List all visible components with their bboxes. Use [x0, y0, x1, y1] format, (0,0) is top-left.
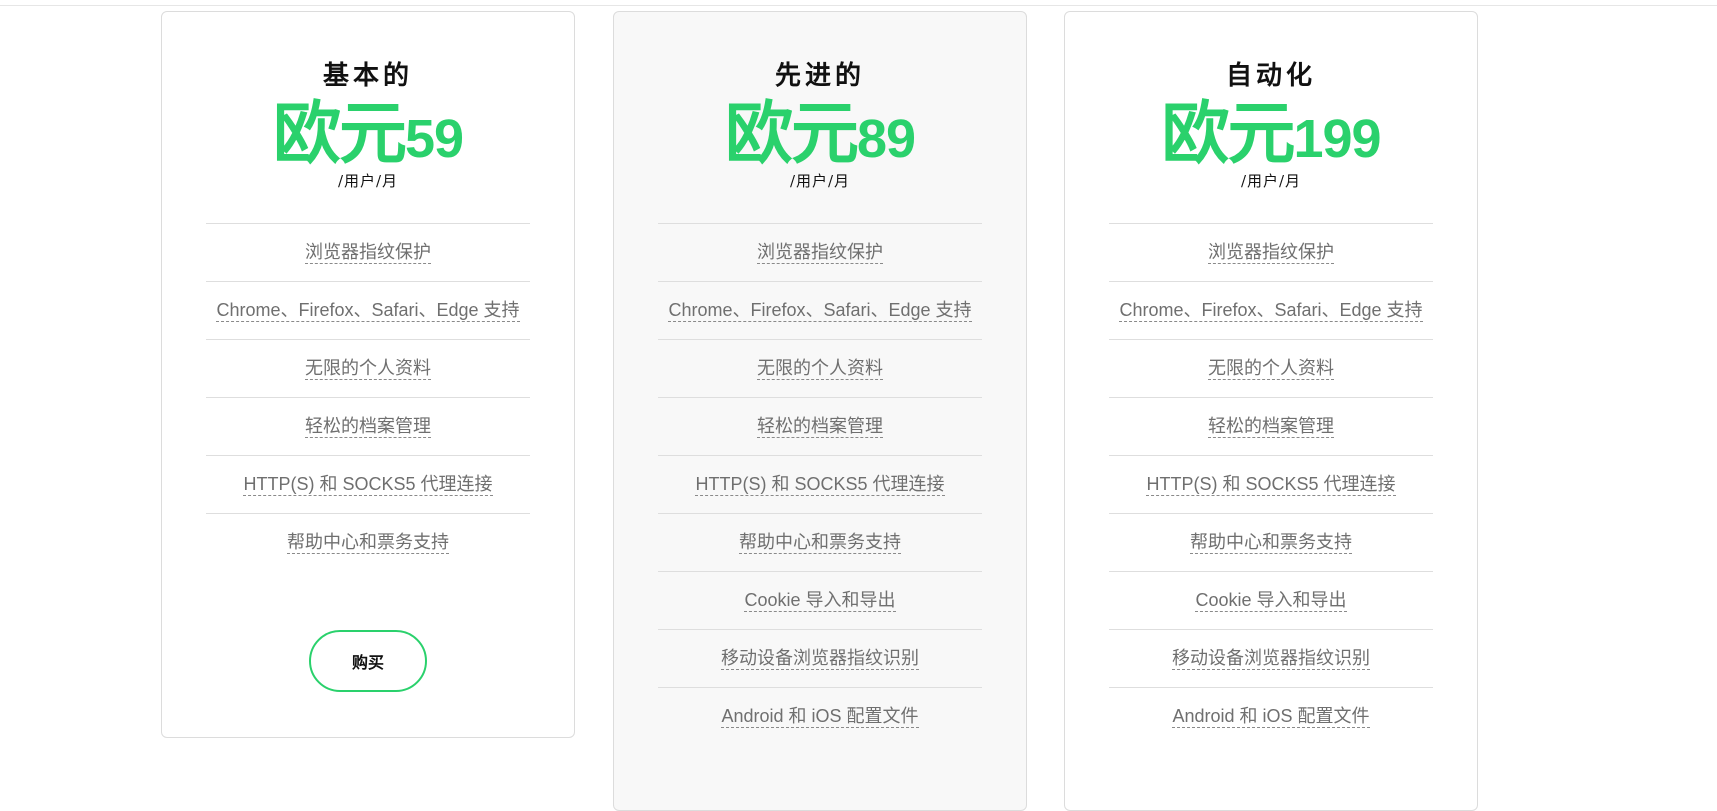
feature-item: HTTP(S) 和 SOCKS5 代理连接 [658, 456, 982, 514]
feature-item: 无限的个人资料 [1109, 340, 1433, 398]
feature-item: Cookie 导入和导出 [658, 572, 982, 630]
feature-list: 浏览器指纹保护 Chrome、Firefox、Safari、Edge 支持 无限… [206, 223, 530, 572]
price-amount: 59 [404, 109, 464, 169]
feature-tooltip-trigger[interactable]: Android 和 iOS 配置文件 [1172, 706, 1370, 728]
plan-card-basic: 基本的 欧元59 /用户/月 浏览器指纹保护 Chrome、Firefox、Sa… [161, 11, 575, 738]
feature-item: 浏览器指纹保护 [206, 224, 530, 282]
price-currency: 欧元 [272, 96, 407, 172]
feature-tooltip-trigger[interactable]: 无限的个人资料 [1208, 358, 1334, 380]
feature-item: Cookie 导入和导出 [1109, 572, 1433, 630]
price-currency: 欧元 [724, 96, 859, 172]
feature-tooltip-trigger[interactable]: 移动设备浏览器指纹识别 [721, 648, 919, 670]
feature-tooltip-trigger[interactable]: Cookie 导入和导出 [1195, 590, 1347, 612]
feature-item: HTTP(S) 和 SOCKS5 代理连接 [1109, 456, 1433, 514]
plan-period: /用户/月 [337, 172, 399, 190]
price-amount: 199 [1293, 109, 1381, 169]
plan-card-advanced: 先进的 欧元89 /用户/月 浏览器指纹保护 Chrome、Firefox、Sa… [613, 11, 1027, 811]
plan-name: 基本的 [322, 61, 413, 91]
feature-item: 轻松的档案管理 [658, 398, 982, 456]
feature-item: 帮助中心和票务支持 [1109, 514, 1433, 572]
feature-tooltip-trigger[interactable]: 轻松的档案管理 [1208, 416, 1334, 438]
feature-item: 移动设备浏览器指纹识别 [1109, 630, 1433, 688]
plan-price: 欧元199 [1065, 95, 1477, 173]
feature-tooltip-trigger[interactable]: HTTP(S) 和 SOCKS5 代理连接 [1146, 474, 1396, 496]
feature-item: Android 和 iOS 配置文件 [1109, 688, 1433, 746]
feature-list: 浏览器指纹保护 Chrome、Firefox、Safari、Edge 支持 无限… [1109, 223, 1433, 746]
plan-name: 先进的 [774, 61, 865, 91]
feature-item: 浏览器指纹保护 [658, 224, 982, 282]
feature-tooltip-trigger[interactable]: 无限的个人资料 [757, 358, 883, 380]
feature-tooltip-trigger[interactable]: 无限的个人资料 [305, 358, 431, 380]
plan-period: /用户/月 [1240, 172, 1302, 190]
plan-card-automation: 自动化 欧元199 /用户/月 浏览器指纹保护 Chrome、Firefox、S… [1064, 11, 1478, 811]
feature-item: 无限的个人资料 [658, 340, 982, 398]
feature-tooltip-trigger[interactable]: 帮助中心和票务支持 [287, 532, 449, 554]
feature-item: Android 和 iOS 配置文件 [658, 688, 982, 746]
feature-item: HTTP(S) 和 SOCKS5 代理连接 [206, 456, 530, 514]
feature-item: Chrome、Firefox、Safari、Edge 支持 [206, 282, 530, 340]
feature-tooltip-trigger[interactable]: HTTP(S) 和 SOCKS5 代理连接 [695, 474, 945, 496]
buy-button[interactable]: 购买 [309, 630, 427, 692]
feature-tooltip-trigger[interactable]: Android 和 iOS 配置文件 [721, 706, 919, 728]
plan-name: 自动化 [1225, 61, 1316, 91]
feature-tooltip-trigger[interactable]: 移动设备浏览器指纹识别 [1172, 648, 1370, 670]
feature-tooltip-trigger[interactable]: 浏览器指纹保护 [305, 242, 431, 264]
plan-price: 欧元59 [162, 95, 574, 173]
feature-item: 帮助中心和票务支持 [206, 514, 530, 572]
feature-item: 无限的个人资料 [206, 340, 530, 398]
feature-tooltip-trigger[interactable]: 帮助中心和票务支持 [1190, 532, 1352, 554]
feature-item: Chrome、Firefox、Safari、Edge 支持 [658, 282, 982, 340]
feature-tooltip-trigger[interactable]: Chrome、Firefox、Safari、Edge 支持 [1119, 300, 1423, 322]
feature-item: 轻松的档案管理 [1109, 398, 1433, 456]
feature-item: 帮助中心和票务支持 [658, 514, 982, 572]
feature-item: 移动设备浏览器指纹识别 [658, 630, 982, 688]
price-currency: 欧元 [1161, 96, 1295, 172]
price-amount: 89 [856, 109, 916, 169]
feature-tooltip-trigger[interactable]: 帮助中心和票务支持 [739, 532, 901, 554]
feature-item: 轻松的档案管理 [206, 398, 530, 456]
feature-item: 浏览器指纹保护 [1109, 224, 1433, 282]
feature-tooltip-trigger[interactable]: Chrome、Firefox、Safari、Edge 支持 [216, 300, 520, 322]
feature-tooltip-trigger[interactable]: Cookie 导入和导出 [744, 590, 896, 612]
feature-tooltip-trigger[interactable]: HTTP(S) 和 SOCKS5 代理连接 [243, 474, 493, 496]
feature-tooltip-trigger[interactable]: 浏览器指纹保护 [1208, 242, 1334, 264]
feature-list: 浏览器指纹保护 Chrome、Firefox、Safari、Edge 支持 无限… [658, 223, 982, 746]
feature-item: Chrome、Firefox、Safari、Edge 支持 [1109, 282, 1433, 340]
feature-tooltip-trigger[interactable]: Chrome、Firefox、Safari、Edge 支持 [668, 300, 972, 322]
pricing-section: 基本的 欧元59 /用户/月 浏览器指纹保护 Chrome、Firefox、Sa… [0, 0, 1717, 811]
feature-tooltip-trigger[interactable]: 轻松的档案管理 [757, 416, 883, 438]
feature-tooltip-trigger[interactable]: 轻松的档案管理 [305, 416, 431, 438]
plan-period: /用户/月 [789, 172, 851, 190]
feature-tooltip-trigger[interactable]: 浏览器指纹保护 [757, 242, 883, 264]
plan-price: 欧元89 [614, 95, 1026, 173]
